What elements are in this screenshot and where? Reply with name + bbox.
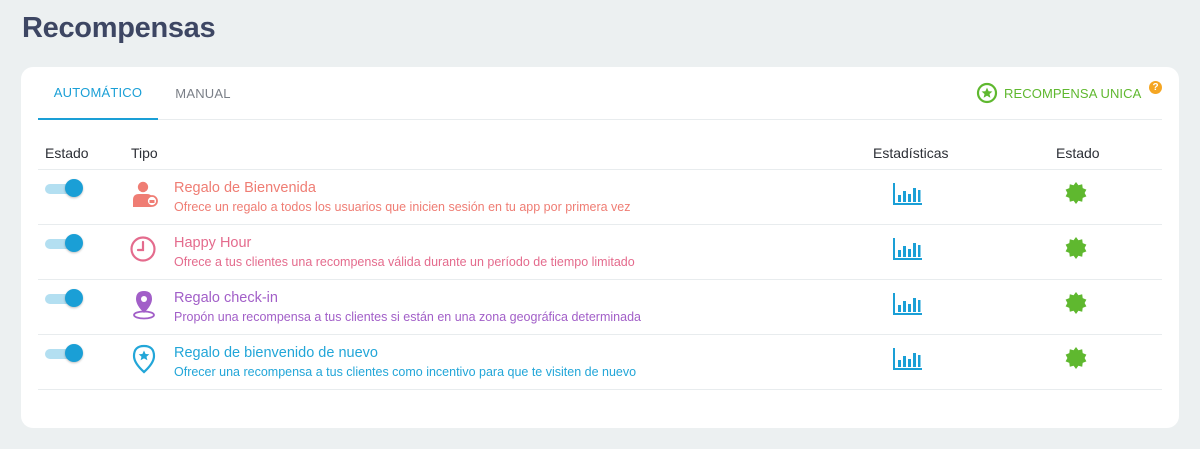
reward-title[interactable]: Happy Hour — [174, 234, 635, 252]
enable-toggle[interactable] — [45, 344, 83, 362]
unique-reward-label: RECOMPENSA UNICA — [1004, 85, 1142, 101]
reward-description: Ofrecer una recompensa a tus clientes co… — [174, 365, 637, 379]
col-estado: Estado — [45, 145, 89, 161]
reward-type: Happy Hour Ofrece a tus clientes una rec… — [174, 234, 635, 270]
star-circle-icon — [976, 82, 998, 104]
clock-icon — [130, 236, 156, 262]
bar-chart-icon[interactable] — [893, 292, 923, 316]
table-row: Happy Hour Ofrece a tus clientes una rec… — [38, 225, 1162, 280]
tab-automatico[interactable]: AUTOMÁTICO — [38, 67, 158, 120]
user-gift-icon — [133, 181, 158, 207]
col-tipo: Tipo — [131, 145, 158, 161]
star-pin-icon — [132, 344, 156, 374]
col-estado-final: Estado — [1056, 145, 1100, 161]
reward-type: Regalo de Bienvenida Ofrece un regalo a … — [174, 179, 631, 215]
reward-description: Propón una recompensa a tus clientes si … — [174, 310, 641, 324]
rewards-table: Estado Tipo Estadísticas Estado Regalo d… — [38, 139, 1162, 390]
rewards-card: AUTOMÁTICO MANUAL RECOMPENSA UNICA ? Est… — [21, 67, 1179, 428]
active-badge-icon — [1065, 237, 1087, 259]
table-row: Regalo check-in Propón una recompensa a … — [38, 280, 1162, 335]
reward-type: Regalo check-in Propón una recompensa a … — [174, 289, 641, 325]
bar-chart-icon[interactable] — [893, 237, 923, 261]
reward-title[interactable]: Regalo check-in — [174, 289, 641, 307]
reward-description: Ofrece un regalo a todos los usuarios qu… — [174, 200, 631, 214]
table-header: Estado Tipo Estadísticas Estado — [38, 139, 1162, 170]
table-row: Regalo de bienvenido de nuevo Ofrecer un… — [38, 335, 1162, 390]
active-badge-icon — [1065, 292, 1087, 314]
tab-manual[interactable]: MANUAL — [158, 67, 248, 120]
reward-description: Ofrece a tus clientes una recompensa vál… — [174, 255, 635, 269]
unique-reward-button[interactable]: RECOMPENSA UNICA — [976, 82, 1141, 104]
reward-title[interactable]: Regalo de Bienvenida — [174, 179, 631, 197]
bar-chart-icon[interactable] — [893, 347, 923, 371]
col-estadisticas: Estadísticas — [873, 145, 949, 161]
enable-toggle[interactable] — [45, 179, 83, 197]
active-badge-icon — [1065, 182, 1087, 204]
enable-toggle[interactable] — [45, 289, 83, 307]
reward-type: Regalo de bienvenido de nuevo Ofrecer un… — [174, 344, 636, 380]
bar-chart-icon[interactable] — [893, 182, 923, 206]
enable-toggle[interactable] — [45, 234, 83, 252]
help-icon[interactable]: ? — [1149, 81, 1162, 94]
table-row: Regalo de Bienvenida Ofrece un regalo a … — [38, 170, 1162, 225]
reward-title[interactable]: Regalo de bienvenido de nuevo — [174, 344, 636, 362]
page-title: Recompensas — [22, 12, 216, 44]
active-badge-icon — [1065, 347, 1087, 369]
location-pin-icon — [133, 291, 155, 320]
